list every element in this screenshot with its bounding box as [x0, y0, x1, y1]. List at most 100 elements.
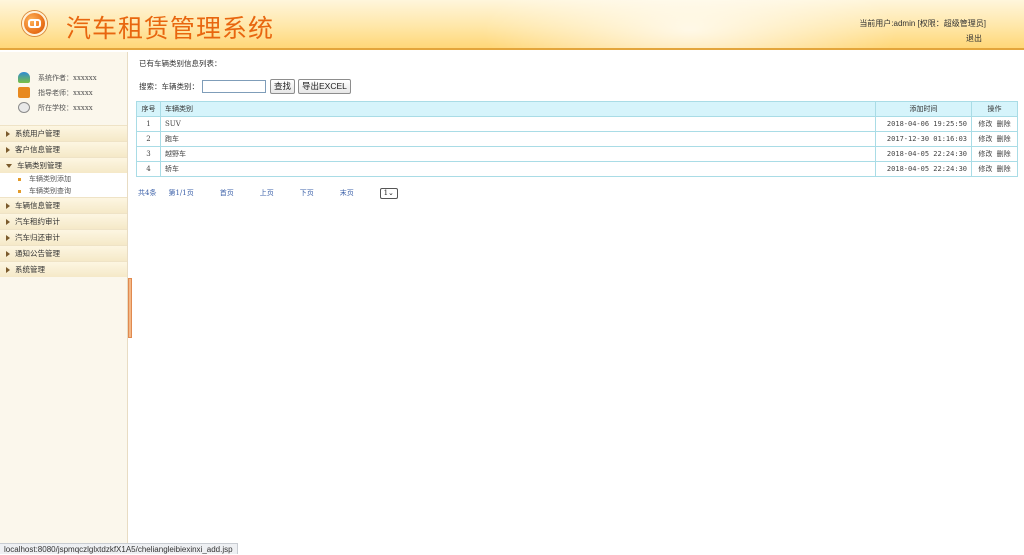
pagination: 共4条 第1/1页 首页 上页 下页 末页 1 ⌄ [138, 186, 1020, 200]
triangle-right-icon [6, 130, 10, 137]
submenu-label: 车辆类别添加 [29, 175, 71, 183]
category-search-input[interactable] [202, 79, 266, 93]
edit-link[interactable]: 修改 [978, 165, 992, 173]
delete-link[interactable]: 删除 [997, 165, 1011, 173]
triangle-right-icon [6, 234, 10, 241]
author-text: 系统作者：xxxxxx [38, 73, 97, 82]
school-icon [18, 102, 30, 113]
column-header-index: 序号 [136, 101, 161, 117]
menu-label: 通知公告管理 [15, 249, 60, 258]
row-time: 2018-04-05 22:24:30 [875, 146, 972, 162]
menu-system-admin[interactable]: 系统管理 [0, 261, 127, 277]
page-select[interactable]: 1 ⌄ [379, 187, 398, 199]
bullet-icon [18, 177, 21, 181]
triangle-right-icon [6, 250, 10, 257]
author-row: 系统作者：xxxxxx [18, 70, 127, 85]
teacher-icon [18, 87, 30, 98]
row-time: 2017-12-30 01:16:03 [875, 131, 972, 147]
menu-system-users[interactable]: 系统用户管理 [0, 125, 127, 141]
current-user-info: 当前用户:admin [权限：超级管理员] [859, 19, 986, 28]
edit-link[interactable]: 修改 [978, 120, 992, 128]
main-content: 已有车辆类别信息列表： 搜索：车辆类别： 查找 导出EXCEL 序号 车辆类别 … [136, 58, 1020, 200]
menu-return-audit[interactable]: 汽车归还审计 [0, 229, 127, 245]
teacher-text: 指导老师：xxxxx [38, 88, 93, 97]
menu-label: 车辆类别管理 [17, 161, 62, 170]
logout-link[interactable]: 退出 [966, 33, 982, 44]
pager-total: 共4条 [138, 189, 157, 197]
search-label: 搜索：车辆类别： [139, 81, 199, 91]
column-header-category: 车辆类别 [160, 101, 876, 117]
table-header-row: 序号 车辆类别 添加时间 操作 [136, 101, 1018, 117]
table-row: 4 轿车 2018-04-05 22:24:30 修改 删除 [136, 161, 1018, 177]
menu-rental-audit[interactable]: 汽车租约审计 [0, 213, 127, 229]
pager-first-link[interactable]: 首页 [220, 188, 234, 198]
edit-link[interactable]: 修改 [978, 135, 992, 143]
row-index: 3 [136, 146, 161, 162]
search-bar: 搜索：车辆类别： 查找 导出EXCEL [139, 78, 1020, 94]
menu-notice[interactable]: 通知公告管理 [0, 245, 127, 261]
sidebar-info: 系统作者：xxxxxx 指导老师：xxxxx 所在学校：xxxxx [0, 52, 127, 115]
pager-page-info: 第1/1页 [168, 189, 194, 197]
teacher-row: 指导老师：xxxxx [18, 85, 127, 100]
pager-last-link[interactable]: 末页 [340, 188, 354, 198]
menu-label: 客户信息管理 [15, 145, 60, 154]
submenu-category-add[interactable]: 车辆类别添加 [0, 173, 127, 185]
menu-vehicle-info[interactable]: 车辆信息管理 [0, 197, 127, 213]
menu-label: 汽车归还审计 [15, 233, 60, 242]
menu-label: 系统管理 [15, 265, 45, 274]
menu-vehicle-category[interactable]: 车辆类别管理 [0, 157, 127, 173]
column-header-time: 添加时间 [875, 101, 972, 117]
chevron-down-icon: ⌄ [388, 189, 394, 197]
search-button[interactable]: 查找 [270, 78, 296, 94]
export-excel-button[interactable]: 导出EXCEL [298, 78, 351, 94]
delete-link[interactable]: 删除 [997, 120, 1011, 128]
user-group-icon [18, 72, 30, 83]
delete-link[interactable]: 删除 [997, 150, 1011, 158]
triangle-right-icon [6, 218, 10, 225]
bullet-icon [18, 189, 21, 193]
row-category: 轿车 [160, 161, 876, 177]
pager-prev-link[interactable]: 上页 [260, 188, 274, 198]
row-index: 2 [136, 131, 161, 147]
header-banner: 汽车租赁管理系统 当前用户:admin [权限：超级管理员] 退出 [0, 0, 1024, 50]
app-logo-icon [22, 11, 47, 36]
header-decoration [480, 0, 900, 48]
list-title: 已有车辆类别信息列表： [139, 59, 222, 68]
submenu-category-query[interactable]: 车辆类别查询 [0, 185, 127, 197]
menu-customer-info[interactable]: 客户信息管理 [0, 141, 127, 157]
sidebar: 系统作者：xxxxxx 指导老师：xxxxx 所在学校：xxxxx 系统用户管理… [0, 52, 128, 554]
row-actions: 修改 删除 [971, 131, 1018, 147]
table-row: 2 跑车 2017-12-30 01:16:03 修改 删除 [136, 131, 1018, 147]
row-time: 2018-04-06 19:25:50 [875, 116, 972, 132]
row-index: 4 [136, 161, 161, 177]
sidebar-collapse-handle[interactable] [128, 278, 132, 338]
row-actions: 修改 删除 [971, 116, 1018, 132]
sidebar-menu: 系统用户管理 客户信息管理 车辆类别管理 车辆类别添加 车辆类别查询 车辆信息管… [0, 125, 127, 277]
row-category: 跑车 [160, 131, 876, 147]
column-header-actions: 操作 [971, 101, 1018, 117]
triangle-right-icon [6, 146, 10, 153]
triangle-down-icon [6, 163, 12, 168]
delete-link[interactable]: 删除 [997, 135, 1011, 143]
app-title: 汽车租赁管理系统 [66, 14, 275, 43]
submenu-label: 车辆类别查询 [29, 187, 71, 195]
triangle-right-icon [6, 266, 10, 273]
browser-status-url: localhost:8080/jspmqczlglxtdzkfX1A5/chel… [0, 543, 238, 554]
triangle-right-icon [6, 202, 10, 209]
menu-label: 汽车租约审计 [15, 217, 60, 226]
row-category: 越野车 [160, 146, 876, 162]
table-row: 3 越野车 2018-04-05 22:24:30 修改 删除 [136, 146, 1018, 162]
row-index: 1 [136, 116, 161, 132]
school-text: 所在学校：xxxxx [38, 103, 93, 112]
school-row: 所在学校：xxxxx [18, 100, 127, 115]
edit-link[interactable]: 修改 [978, 150, 992, 158]
table-row: 1 SUV 2018-04-06 19:25:50 修改 删除 [136, 116, 1018, 132]
menu-label: 车辆信息管理 [15, 201, 60, 210]
category-table: 序号 车辆类别 添加时间 操作 1 SUV 2018-04-06 19:25:5… [136, 101, 1018, 177]
row-actions: 修改 删除 [971, 161, 1018, 177]
menu-label: 系统用户管理 [15, 129, 60, 138]
row-category: SUV [160, 116, 876, 132]
row-actions: 修改 删除 [971, 146, 1018, 162]
pager-next-link[interactable]: 下页 [300, 188, 314, 198]
row-time: 2018-04-05 22:24:30 [875, 161, 972, 177]
